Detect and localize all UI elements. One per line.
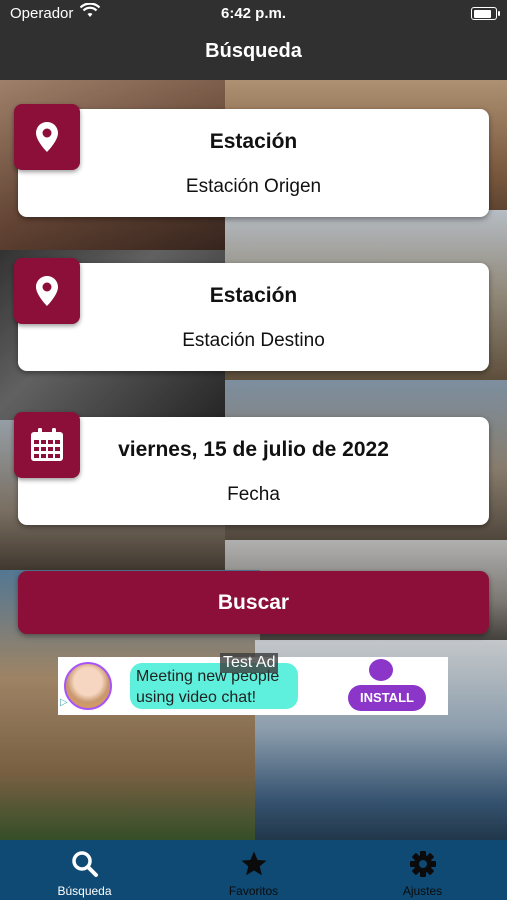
origin-value: Estación Origen [185,176,322,197]
destination-value: Estación Destino [182,330,325,351]
page-title: Búsqueda [205,40,302,62]
date-icon-box[interactable] [14,412,80,478]
tab-bar: Búsqueda Favoritos Ajustes [0,840,507,900]
battery-fill [473,9,491,18]
date-field[interactable]: viernes, 15 de julio de 2022 Fecha [18,417,489,525]
calendar-icon [31,428,63,461]
search-icon [71,851,98,877]
date-value: Fecha [227,484,280,505]
gear-icon [409,851,436,877]
tab-ajustes[interactable]: Ajustes [338,840,507,900]
star-icon [241,851,266,876]
ad-banner[interactable]: Meeting new people using video chat! INS… [58,653,448,715]
status-bar: Operador 6:42 p.m. [0,0,507,28]
tab-favoritos[interactable]: Favoritos [169,840,338,900]
tab-label: Ajustes [402,884,443,898]
tab-busqueda[interactable]: Búsqueda [0,840,169,900]
origin-station-field[interactable]: Estación Estación Origen [18,109,489,217]
location-pin-icon [36,276,58,306]
tab-label: Favoritos [228,884,279,898]
origin-icon-box[interactable] [14,104,80,170]
tab-label: Búsqueda [57,884,112,898]
destination-icon-box[interactable] [14,258,80,324]
destination-heading: Estación [209,284,298,307]
origin-heading: Estación [209,130,298,153]
test-ad-label: Test Ad [220,653,279,673]
destination-station-field[interactable]: Estación Estación Destino [18,263,489,371]
ad-install-button[interactable]: INSTALL [348,685,426,711]
battery-icon [471,7,500,20]
date-heading: viernes, 15 de julio de 2022 [118,438,389,461]
search-button[interactable]: Buscar [18,571,489,634]
navigation-bar: Búsqueda [0,28,507,80]
clock: 6:42 p.m. [220,5,287,22]
app-logo-icon [369,659,393,681]
adchoices-icon[interactable]: ▷ [60,697,72,709]
location-pin-icon [36,122,58,152]
